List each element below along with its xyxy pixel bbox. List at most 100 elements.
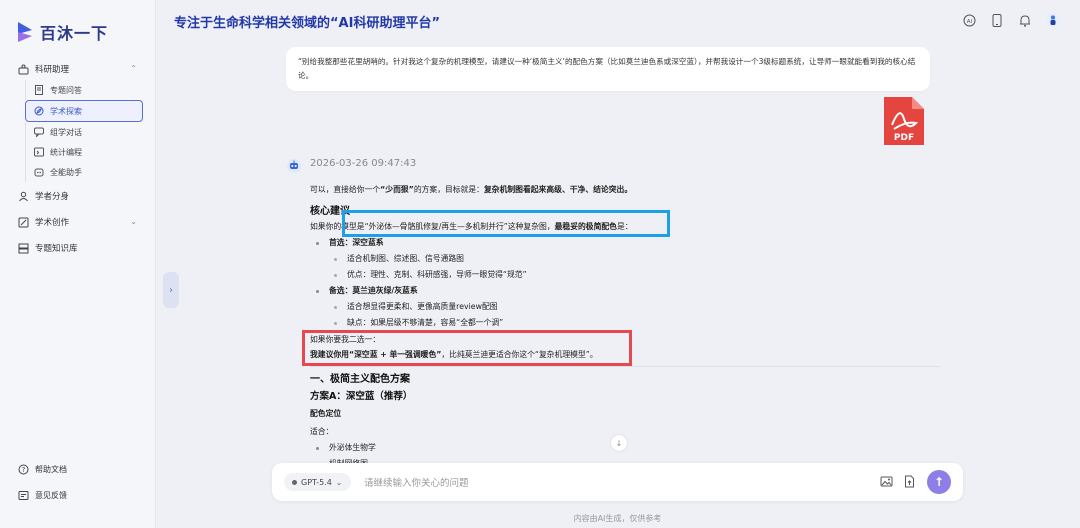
bullet-dot	[316, 241, 319, 245]
scholar-icon	[18, 191, 29, 202]
divider	[310, 366, 940, 367]
document-icon	[34, 85, 44, 95]
answer-intro: 可以，直接给你一个“少而狠”的方案，目标就是：复杂机制图看起来高级、干净、结论突…	[310, 184, 632, 195]
bullet-dot	[334, 305, 337, 309]
sidebar-item-stats-programming[interactable]: 统计编程	[25, 142, 143, 162]
sidebar-group-label: 科研助理	[35, 65, 70, 75]
top-bar: 专注于生命科学相关领域的“AI科研助理平台” AI	[156, 0, 1080, 44]
research-icon	[18, 64, 29, 75]
option2-title: 备选：莫兰迪灰绿/灰蓝系	[329, 286, 418, 295]
feedback-link[interactable]: 意见反馈	[18, 490, 67, 501]
edit-icon	[18, 217, 29, 228]
sidebar-item-academic-explore[interactable]: 学术探索	[25, 100, 143, 122]
ai-disclaimer: 内容由AI生成，仅供参考	[573, 514, 662, 523]
assistant-icon	[34, 167, 44, 177]
bot-avatar-icon	[287, 159, 301, 173]
chat-icon	[34, 127, 44, 137]
feedback-icon	[18, 491, 29, 500]
intro-text: 可以，直接给你一个	[310, 185, 381, 194]
feedback-label: 意见反馈	[35, 491, 67, 500]
intro-text: 的方案，目标就是：	[413, 185, 484, 194]
sidebar-item-label: 组学对话	[50, 127, 82, 137]
option2-item: 备选：莫兰迪灰绿/灰蓝系	[316, 285, 418, 296]
sidebar-item-topic-qa[interactable]: 专题问答	[25, 80, 143, 100]
intro-goal: 复杂机制图看起来高级、干净、结论突出。	[483, 185, 633, 194]
sidebar-item-omics-chat[interactable]: 组学对话	[25, 122, 143, 142]
user-avatar[interactable]	[1046, 13, 1060, 27]
option2-point: 适合想显得更柔和、更像高质量review配图	[334, 301, 498, 312]
bullet-dot	[334, 273, 337, 277]
message-timestamp: 2026-03-26 09:47:43	[310, 158, 417, 169]
conversation-area: “别给我整那些花里胡哨的。针对我这个复杂的机理模型，请建议一种‘极简主义’的配色…	[272, 44, 964, 476]
page-title: 专注于生命科学相关领域的“AI科研助理平台”	[174, 16, 440, 31]
sidebar-group-scholar[interactable]: 学者分身	[0, 185, 155, 207]
svg-text:AI: AI	[966, 19, 972, 25]
option1-title: 首选：深空蓝系	[329, 238, 384, 247]
phone-icon[interactable]	[990, 13, 1004, 27]
sidebar-group-label: 专题知识库	[35, 244, 78, 254]
sidebar-item-label: 学术探索	[50, 106, 82, 116]
logo-icon	[18, 22, 32, 42]
library-icon	[18, 243, 29, 254]
chevron-right-icon: ›	[169, 284, 173, 296]
bullet-dot	[334, 321, 337, 325]
help-icon: ?	[18, 464, 29, 475]
option1-item: 首选：深空蓝系	[316, 237, 384, 248]
sidebar-item-label: 专题问答	[50, 85, 82, 95]
help-docs-link[interactable]: ? 帮助文档	[18, 464, 67, 475]
section-heading: 一、极简主义配色方案	[310, 374, 410, 385]
plan-heading: 方案A：深空蓝（推荐）	[310, 391, 413, 402]
image-upload-icon[interactable]	[880, 475, 893, 488]
intro-emphasis: “少而狠”	[380, 185, 414, 194]
chat-input[interactable]: 请继续输入你关心的问题	[364, 475, 469, 489]
chevron-down-icon: ⌄	[335, 477, 343, 487]
expand-sidebar-button[interactable]: ›	[163, 272, 179, 308]
sidebar-item-label: 全能助手	[50, 167, 82, 177]
ai-badge-icon[interactable]: AI	[962, 13, 976, 27]
option2-point: 缺点：如果层级不够清楚，容易“全都一个调”	[334, 317, 503, 328]
chat-input-bar: GPT-5.4 ⌄ 请继续输入你关心的问题 ↑	[272, 463, 963, 501]
sidebar-group-research[interactable]: 科研助理 ⌃	[0, 58, 155, 80]
highlight-box-blue	[342, 210, 670, 237]
bullet-dot	[316, 289, 319, 293]
model-selector[interactable]: GPT-5.4 ⌄	[284, 473, 351, 491]
send-button[interactable]: ↑	[927, 470, 951, 494]
pdf-attachment-icon[interactable]: PDF	[882, 95, 926, 147]
point-text: 缺点：如果层级不够清楚，容易“全都一个调”	[347, 318, 504, 327]
model-icon	[292, 479, 297, 485]
sidebar-group-label: 学术创作	[35, 218, 70, 228]
code-icon	[34, 147, 44, 157]
sidebar-nav: 科研助理 ⌃ 专题问答 学术探索 组学对话 统计编程 全能助手 学者分身 学术创…	[0, 58, 155, 259]
option1-point: 优点：理性、克制、科研感强，导师一眼觉得“规范”	[334, 269, 527, 280]
compass-icon	[34, 106, 44, 116]
chevron-down-icon: ⌄	[130, 217, 137, 226]
pdf-label: PDF	[894, 133, 914, 143]
svg-text:?: ?	[22, 466, 26, 474]
arrow-up-icon: ↑	[933, 475, 945, 489]
file-upload-icon[interactable]	[903, 475, 916, 488]
top-icons: AI	[962, 13, 1060, 27]
list-text: 外泌体生物学	[329, 443, 376, 452]
option1-point: 适合机制图、综述图、信号通路图	[334, 253, 464, 264]
point-text: 优点：理性、克制、科研感强，导师一眼觉得“规范”	[347, 270, 527, 279]
model-name: GPT-5.4	[301, 477, 332, 487]
bullet-dot	[334, 257, 337, 261]
scroll-down-button[interactable]: ↓	[610, 434, 628, 452]
subheading: 配色定位	[310, 409, 342, 418]
help-docs-label: 帮助文档	[35, 465, 67, 474]
sidebar-group-writing[interactable]: 学术创作 ⌄	[0, 211, 155, 233]
list-item: 外泌体生物学	[316, 442, 376, 453]
chevron-up-icon: ⌃	[130, 64, 137, 73]
sidebar-item-label: 统计编程	[50, 147, 82, 157]
point-text: 适合想显得更柔和、更像高质量review配图	[347, 302, 498, 311]
arrow-down-icon: ↓	[615, 438, 623, 448]
point-text: 适合机制图、综述图、信号通路图	[347, 254, 464, 263]
sidebar: 百沐一下 科研助理 ⌃ 专题问答 学术探索 组学对话 统计编程 全能助手 学者分…	[0, 0, 156, 528]
bell-icon[interactable]	[1018, 13, 1032, 27]
bullet-dot	[316, 446, 319, 450]
suitable-label: 适合：	[310, 427, 334, 436]
logo[interactable]: 百沐一下	[16, 20, 108, 44]
sidebar-item-all-round-assistant[interactable]: 全能助手	[25, 162, 143, 182]
sidebar-group-label: 学者分身	[35, 192, 70, 202]
sidebar-group-library[interactable]: 专题知识库	[0, 237, 155, 259]
